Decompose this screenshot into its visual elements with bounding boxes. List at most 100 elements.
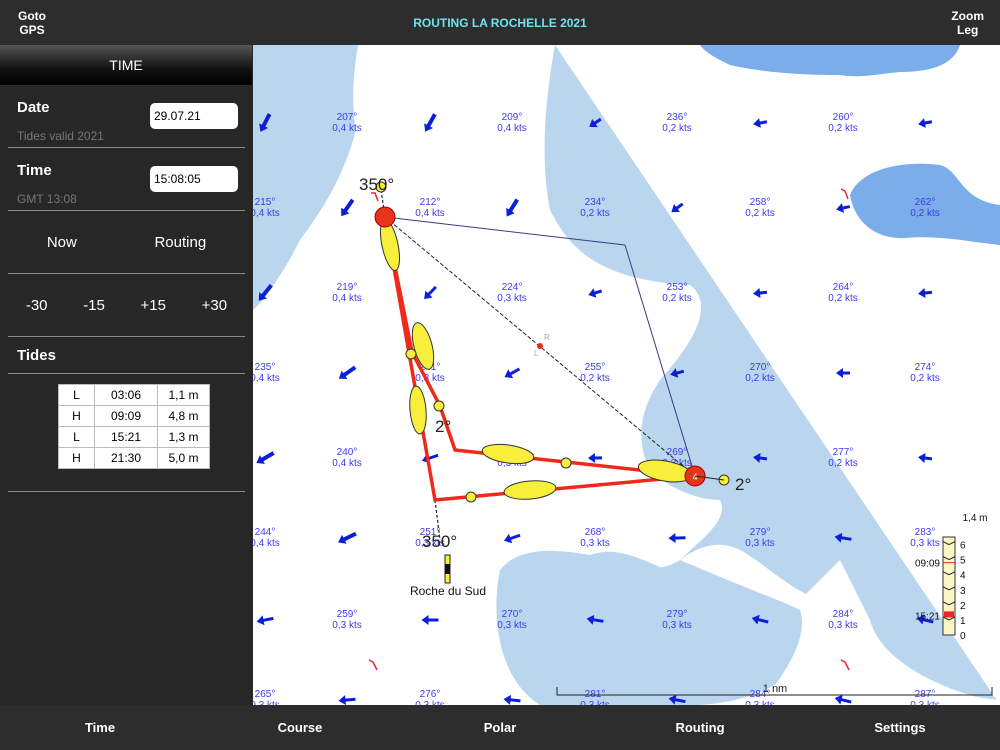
zoom-label: Zoom	[951, 9, 984, 23]
current-speed: 0,2 kts	[828, 458, 857, 469]
tide-time: 21:30	[94, 447, 158, 469]
minus-30-button[interactable]: -30	[26, 297, 48, 314]
current-speed: 0,4 kts	[253, 373, 280, 384]
table-row: L 15:21 1,3 m	[58, 426, 210, 448]
current-direction: 277°	[833, 447, 854, 458]
current-direction: 255°	[585, 362, 606, 373]
current-direction: 260°	[833, 112, 854, 123]
gauge-tick-label: 3	[960, 586, 966, 597]
tide-type: H	[58, 447, 95, 469]
date-row: Date Tides valid 2021	[8, 85, 245, 148]
tab-routing[interactable]: Routing	[600, 720, 800, 735]
gmt-text: GMT 13:08	[17, 192, 77, 206]
table-row: L 03:06 1,1 m	[58, 384, 210, 406]
current-direction: 236°	[667, 112, 688, 123]
panel-title: TIME	[0, 45, 252, 85]
tides-table: L 03:06 1,1 m H 09:09 4,8 m L 15:21 1,3 m H 21:…	[58, 384, 210, 469]
gauge-tick-label: 2	[960, 601, 966, 612]
tab-settings[interactable]: Settings	[800, 720, 1000, 735]
time-step-row: -30 -15 +15 +30	[8, 274, 245, 337]
current-speed: 0,3 kts	[332, 620, 361, 631]
waypoint-dot[interactable]	[433, 400, 445, 412]
layline-right-label: R	[544, 333, 550, 342]
current-speed: 0,2 kts	[910, 208, 939, 219]
current-direction: 215°	[255, 197, 276, 208]
current-speed: 0,3 kts	[910, 538, 939, 549]
buoy-band	[445, 564, 450, 574]
current-speed: 0,4 kts	[332, 293, 361, 304]
plus-15-button[interactable]: +15	[141, 297, 166, 314]
table-row: H 21:30 5,0 m	[58, 447, 210, 469]
current-direction: 212°	[420, 197, 441, 208]
tab-course[interactable]: Course	[200, 720, 400, 735]
current-speed: 0,3 kts	[415, 373, 444, 384]
tab-time[interactable]: Time	[0, 720, 200, 735]
tide-height: 4,8 m	[157, 405, 210, 427]
current-direction: 284°	[833, 609, 854, 620]
tab-polar[interactable]: Polar	[400, 720, 600, 735]
start-mark[interactable]	[374, 206, 396, 228]
mid-heading-label: 2°	[435, 417, 451, 436]
app-title: ROUTING LA ROCHELLE 2021	[413, 16, 587, 30]
current-direction: 283°	[915, 527, 936, 538]
plus-30-button[interactable]: +30	[202, 297, 227, 314]
current-direction: 240°	[337, 447, 358, 458]
layline-left-label: L	[534, 349, 539, 358]
current-speed: 0,3 kts	[662, 620, 691, 631]
tides-section: L 03:06 1,1 m H 09:09 4,8 m L 15:21 1,3 m H 21:…	[8, 384, 245, 492]
waypoint-dot[interactable]	[405, 348, 417, 360]
tide-time: 09:09	[94, 405, 158, 427]
gauge-tick-label: 4	[960, 571, 966, 582]
current-speed: 0,4 kts	[497, 123, 526, 134]
tide-height: 1,1 m	[157, 384, 210, 406]
now-routing-row: Now Routing	[8, 211, 245, 274]
current-speed: 0,2 kts	[580, 208, 609, 219]
time-panel: TIME Date Tides valid 2021 Time GMT 13:0…	[0, 45, 252, 705]
current-speed: 0,2 kts	[745, 373, 774, 384]
now-button[interactable]: Now	[47, 234, 77, 251]
table-row: H 09:09 4,8 m	[58, 405, 210, 427]
time-field[interactable]	[150, 166, 238, 192]
current-direction: 219°	[337, 282, 358, 293]
current-direction: 279°	[667, 609, 688, 620]
tide-type: L	[58, 426, 95, 448]
current-direction: 268°	[585, 527, 606, 538]
current-direction: 253°	[667, 282, 688, 293]
tides-valid-text: Tides valid 2021	[17, 129, 104, 143]
current-direction: 234°	[585, 197, 606, 208]
current-direction: 258°	[750, 197, 771, 208]
current-direction: 276°	[420, 689, 441, 700]
current-speed: 0,3 kts	[828, 620, 857, 631]
tide-height: 5,0 m	[157, 447, 210, 469]
minus-15-button[interactable]: -15	[83, 297, 105, 314]
gauge-scale-label: 1,4 m	[962, 513, 987, 524]
current-speed: 0,2 kts	[828, 123, 857, 134]
zoom-leg-button[interactable]: Zoom Leg	[951, 9, 984, 37]
top-bar: Goto GPS ROUTING LA ROCHELLE 2021 Zoom Leg	[0, 0, 1000, 45]
current-direction: 207°	[337, 112, 358, 123]
waypoint-dot[interactable]	[465, 491, 477, 503]
current-speed: 0,2 kts	[910, 373, 939, 384]
start-heading-label: 350°	[359, 175, 394, 194]
gauge-tick-label: 1	[960, 616, 966, 627]
end-heading-label: 2°	[735, 475, 751, 494]
current-direction: 265°	[255, 689, 276, 700]
waypoint-dot[interactable]	[560, 457, 572, 469]
current-speed: 0,4 kts	[253, 208, 280, 219]
current-speed: 0,3 kts	[745, 538, 774, 549]
tide-time: 03:06	[94, 384, 158, 406]
south-heading-label: 350°	[422, 532, 457, 551]
leg-label: Leg	[956, 23, 979, 37]
high-tide-time: 09:09	[915, 559, 940, 570]
current-speed: 0,4 kts	[253, 538, 280, 549]
current-speed: 0,3 kts	[497, 293, 526, 304]
current-direction: 259°	[337, 609, 358, 620]
routing-time-button[interactable]: Routing	[154, 234, 206, 251]
current-direction: 224°	[502, 282, 523, 293]
chart-map[interactable]: 207°0,4 kts209°0,4 kts236°0,2 kts260°0,2…	[253, 45, 1000, 705]
date-field[interactable]	[150, 103, 238, 129]
gauge-tick-label: 5	[960, 556, 966, 567]
gauge-tick-label: 0	[960, 631, 966, 642]
current-speed: 0,3 kts	[497, 620, 526, 631]
time-label: Time	[17, 162, 52, 179]
